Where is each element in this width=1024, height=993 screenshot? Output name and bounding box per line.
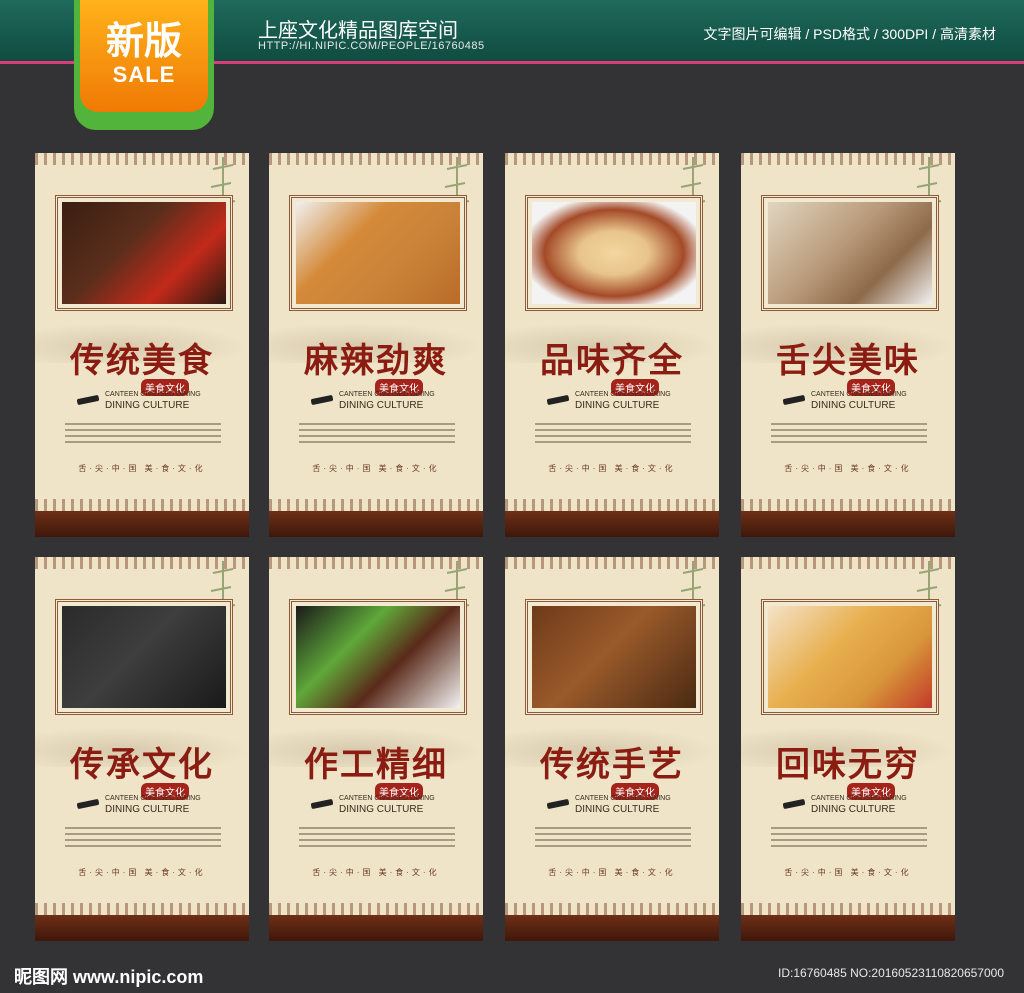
body-text-block	[771, 827, 927, 851]
brush-icon	[782, 798, 806, 810]
food-photo	[768, 606, 932, 708]
site-url[interactable]: HTTP://HI.NIPIC.COM/PEOPLE/16760485	[258, 40, 485, 52]
photo-frame	[289, 599, 467, 715]
sale-badge: 新版 SALE	[74, 0, 214, 130]
poster-sub-en: DINING CULTURE	[105, 400, 190, 411]
badge-big-text: 新版	[105, 18, 182, 63]
poster-sub-en: DINING CULTURE	[811, 400, 896, 411]
fret-border	[35, 499, 249, 511]
poster-sub-en: DINING CULTURE	[575, 804, 660, 815]
poster-footer: 舌·尖·中·国 美·食·文·化	[312, 464, 440, 473]
poster-base	[269, 915, 483, 941]
poster-card[interactable]: 传统美食 美食文化 CANTEEN CIVILISED DINING DININ…	[35, 153, 249, 537]
poster-headline: 传统手艺	[540, 745, 684, 785]
poster-base	[505, 511, 719, 537]
poster-headline: 舌尖美味	[776, 341, 920, 381]
fret-border	[505, 499, 719, 511]
poster-sub-en: CANTEEN CIVILISED DINING	[105, 795, 201, 802]
poster-base	[269, 511, 483, 537]
body-text-block	[65, 827, 221, 851]
photo-frame	[55, 195, 233, 311]
poster-footer: 舌·尖·中·国 美·食·文·化	[784, 464, 912, 473]
poster-headline: 传承文化	[70, 745, 214, 785]
poster-sub-en: CANTEEN CIVILISED DINING	[811, 391, 907, 398]
poster-sub-en: DINING CULTURE	[105, 804, 190, 815]
brush-icon	[310, 798, 334, 810]
photo-frame	[761, 195, 939, 311]
body-text-block	[299, 423, 455, 447]
photo-frame	[525, 195, 703, 311]
poster-base	[741, 511, 955, 537]
photo-frame	[289, 195, 467, 311]
brush-icon	[310, 394, 334, 406]
food-photo	[532, 606, 696, 708]
poster-footer: 舌·尖·中·国 美·食·文·化	[548, 464, 676, 473]
body-text-block	[535, 423, 691, 447]
poster-card[interactable]: 传统手艺 美食文化 CANTEEN CIVILISED DINING DININ…	[505, 557, 719, 941]
poster-sub-en: DINING CULTURE	[339, 804, 424, 815]
poster-headline: 回味无穷	[776, 745, 920, 785]
poster-base	[35, 915, 249, 941]
poster-card[interactable]: 麻辣劲爽 美食文化 CANTEEN CIVILISED DINING DININ…	[269, 153, 483, 537]
fret-border	[269, 903, 483, 915]
brush-icon	[782, 394, 806, 406]
poster-headline: 作工精细	[304, 745, 448, 785]
poster-footer: 舌·尖·中·国 美·食·文·化	[548, 868, 676, 877]
poster-footer: 舌·尖·中·国 美·食·文·化	[312, 868, 440, 877]
food-photo	[532, 202, 696, 304]
body-text-block	[65, 423, 221, 447]
fret-border	[741, 499, 955, 511]
poster-headline: 品味齐全	[540, 341, 684, 381]
poster-sub-en: CANTEEN CIVILISED DINING	[339, 795, 435, 802]
poster-sub-en: CANTEEN CIVILISED DINING	[339, 391, 435, 398]
brush-icon	[546, 798, 570, 810]
poster-sub-en: CANTEEN CIVILISED DINING	[811, 795, 907, 802]
badge-small-text: SALE	[112, 62, 176, 87]
poster-footer: 舌·尖·中·国 美·食·文·化	[78, 464, 206, 473]
brush-icon	[546, 394, 570, 406]
poster-sub-en: CANTEEN CIVILISED DINING	[575, 391, 671, 398]
food-photo	[296, 606, 460, 708]
poster-base	[35, 511, 249, 537]
food-photo	[296, 202, 460, 304]
poster-card[interactable]: 回味无穷 美食文化 CANTEEN CIVILISED DINING DININ…	[741, 557, 955, 941]
site-meta: 文字图片可编辑 / PSD格式 / 300DPI / 高清素材	[703, 26, 997, 42]
poster-footer: 舌·尖·中·国 美·食·文·化	[784, 868, 912, 877]
fret-border	[35, 903, 249, 915]
food-photo	[768, 202, 932, 304]
poster-sub-en: CANTEEN CIVILISED DINING	[105, 391, 201, 398]
fret-border	[505, 903, 719, 915]
poster-sub-en: DINING CULTURE	[811, 804, 896, 815]
poster-sub-en: DINING CULTURE	[339, 400, 424, 411]
site-title: 上座文化精品图库空间	[258, 20, 458, 42]
poster-card[interactable]: 传承文化 美食文化 CANTEEN CIVILISED DINING DININ…	[35, 557, 249, 941]
photo-frame	[761, 599, 939, 715]
site-credit[interactable]: 昵图网 www.nipic.com	[14, 963, 203, 989]
brush-icon	[76, 798, 100, 810]
poster-footer: 舌·尖·中·国 美·食·文·化	[78, 868, 206, 877]
body-text-block	[299, 827, 455, 851]
body-text-block	[535, 827, 691, 851]
poster-headline: 麻辣劲爽	[304, 341, 448, 381]
poster-card[interactable]: 舌尖美味 美食文化 CANTEEN CIVILISED DINING DININ…	[741, 153, 955, 537]
photo-frame	[55, 599, 233, 715]
food-photo	[62, 202, 226, 304]
fret-border	[269, 499, 483, 511]
poster-card[interactable]: 作工精细 美食文化 CANTEEN CIVILISED DINING DININ…	[269, 557, 483, 941]
poster-base	[741, 915, 955, 941]
poster-sub-en: DINING CULTURE	[575, 400, 660, 411]
food-photo	[62, 606, 226, 708]
body-text-block	[771, 423, 927, 447]
brush-icon	[76, 394, 100, 406]
poster-headline: 传统美食	[70, 341, 214, 381]
poster-sub-en: CANTEEN CIVILISED DINING	[575, 795, 671, 802]
poster-base	[505, 915, 719, 941]
image-id: ID:16760485 NO:20160523110820657000	[778, 966, 1004, 980]
photo-frame	[525, 599, 703, 715]
poster-card[interactable]: 品味齐全 美食文化 CANTEEN CIVILISED DINING DININ…	[505, 153, 719, 537]
fret-border	[741, 903, 955, 915]
